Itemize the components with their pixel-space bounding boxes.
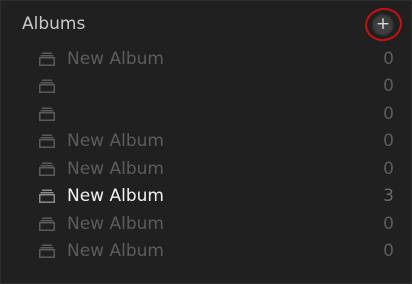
- album-count: 3: [383, 186, 394, 206]
- album-count: 0: [383, 49, 394, 69]
- album-count: 0: [383, 131, 394, 151]
- album-stack-icon: [39, 52, 55, 66]
- album-name: New Album: [67, 186, 164, 206]
- album-row-selected[interactable]: New Album 3: [1, 183, 412, 210]
- album-row[interactable]: 0: [1, 73, 412, 100]
- album-row[interactable]: New Album 0: [1, 128, 412, 155]
- album-name: New Album: [67, 241, 164, 261]
- album-row[interactable]: New Album 0: [1, 46, 412, 73]
- album-stack-icon: [39, 217, 55, 231]
- album-name: New Album: [67, 214, 164, 234]
- album-count: 0: [383, 76, 394, 96]
- album-stack-icon: [39, 79, 55, 93]
- albums-header: Albums: [22, 14, 86, 34]
- albums-panel: Albums + New Album 0 0 0 New Album 0 New…: [0, 0, 412, 284]
- album-name: New Album: [67, 131, 164, 151]
- album-stack-icon: [39, 134, 55, 148]
- album-count: 0: [383, 104, 394, 124]
- add-album-button[interactable]: +: [361, 4, 406, 45]
- album-row[interactable]: New Album 0: [1, 211, 412, 238]
- album-count: 0: [383, 241, 394, 261]
- add-button-knob[interactable]: +: [372, 14, 394, 36]
- album-row[interactable]: New Album 0: [1, 156, 412, 183]
- album-stack-icon: [39, 162, 55, 176]
- album-name: New Album: [67, 159, 164, 179]
- album-name: New Album: [67, 49, 164, 69]
- album-count: 0: [383, 214, 394, 234]
- album-count: 0: [383, 159, 394, 179]
- album-stack-icon: [39, 244, 55, 258]
- album-stack-icon: [39, 107, 55, 121]
- plus-icon: +: [375, 14, 391, 34]
- album-stack-icon: [39, 189, 55, 203]
- album-row[interactable]: 0: [1, 101, 412, 128]
- album-row[interactable]: New Album 0: [1, 238, 412, 265]
